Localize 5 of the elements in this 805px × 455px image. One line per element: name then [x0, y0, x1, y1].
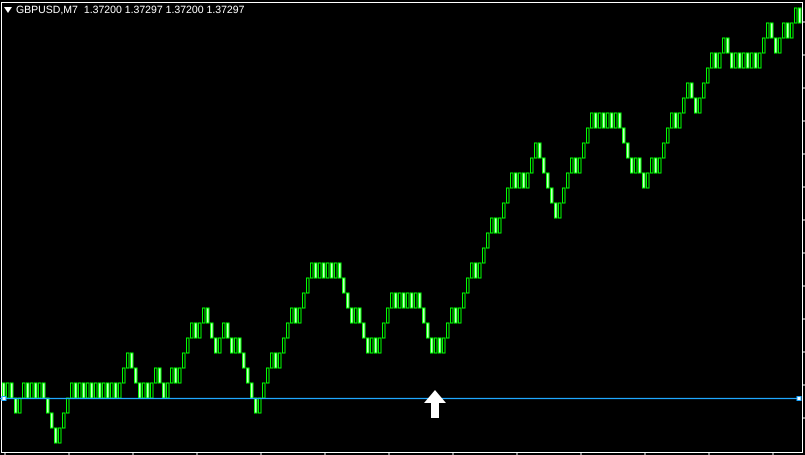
- horizontal-line[interactable]: [0, 396, 802, 401]
- dropdown-caret-icon[interactable]: [4, 7, 12, 13]
- up-arrow-icon: [424, 390, 446, 418]
- price-values: 1.37200 1.37297 1.37200 1.37297: [84, 3, 244, 17]
- symbol-label: GBPUSD,M7: [16, 3, 78, 17]
